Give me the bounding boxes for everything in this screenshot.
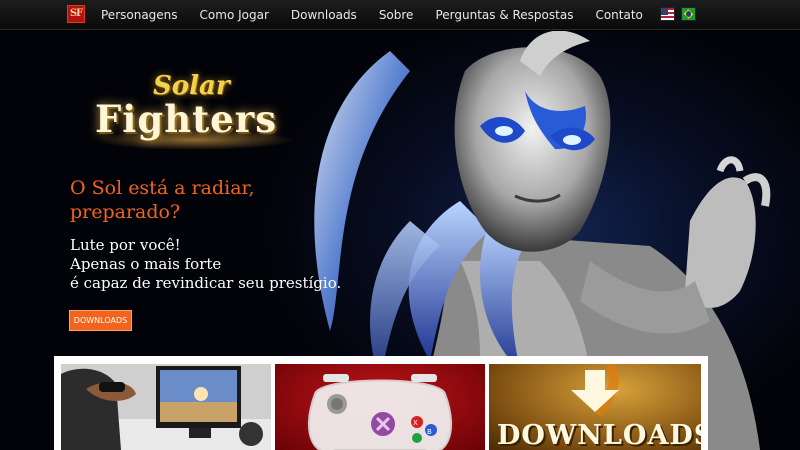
feature-strip: B X DOWNLOADS [54, 356, 708, 450]
downloads-banner-label: DOWNLOADS [497, 420, 701, 450]
gameplay-photo-tile[interactable] [61, 364, 271, 450]
logo-line-fighters: Fighters [95, 97, 278, 141]
controller-tile[interactable]: B X [275, 364, 485, 450]
nav-item-personagens[interactable]: Personagens [90, 0, 189, 30]
site-logo[interactable]: SF [67, 5, 85, 23]
nav-item-perguntas-respostas[interactable]: Perguntas & Respostas [424, 0, 584, 30]
hero-tagline: O Sol está a radiar, preparado? [70, 177, 255, 223]
subtext-line: é capaz de revindicar seu prestígio. [70, 274, 342, 292]
nav-item-downloads[interactable]: Downloads [280, 0, 368, 30]
top-nav: SF Personagens Como Jogar Downloads Sobr… [0, 0, 800, 30]
nav-item-como-jogar[interactable]: Como Jogar [189, 0, 280, 30]
downloads-cta-button[interactable]: DOWNLOADS [69, 310, 132, 331]
game-logo: Solar Fighters [95, 71, 295, 181]
nav-item-sobre[interactable]: Sobre [368, 0, 425, 30]
downloads-banner-tile[interactable]: DOWNLOADS [489, 364, 701, 450]
nav-menu: Personagens Como Jogar Downloads Sobre P… [90, 0, 654, 30]
brazil-flag-icon[interactable] [681, 7, 696, 21]
game-controller-icon: B X [307, 374, 453, 450]
hero-subtext: Lute por você! Apenas o mais forte é cap… [70, 236, 342, 293]
english-flag-icon[interactable] [660, 7, 675, 21]
gameplay-photo-icon [61, 364, 271, 450]
svg-text:X: X [413, 419, 418, 427]
nav-item-contato[interactable]: Contato [584, 0, 653, 30]
subtext-line: Lute por você! [70, 236, 181, 254]
svg-text:B: B [427, 428, 432, 436]
subtext-line: Apenas o mais forte [70, 255, 222, 273]
